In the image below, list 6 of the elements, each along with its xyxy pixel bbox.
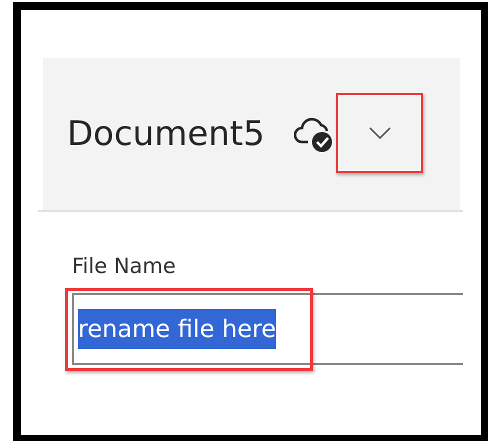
field-label: File Name (72, 254, 176, 278)
document-title: Document5 (66, 114, 266, 154)
chevron-down-icon (368, 127, 390, 139)
selected-text: rename file here (78, 309, 276, 349)
dropdown-button[interactable] (336, 93, 423, 173)
input-field[interactable]: rename file here (72, 293, 463, 365)
